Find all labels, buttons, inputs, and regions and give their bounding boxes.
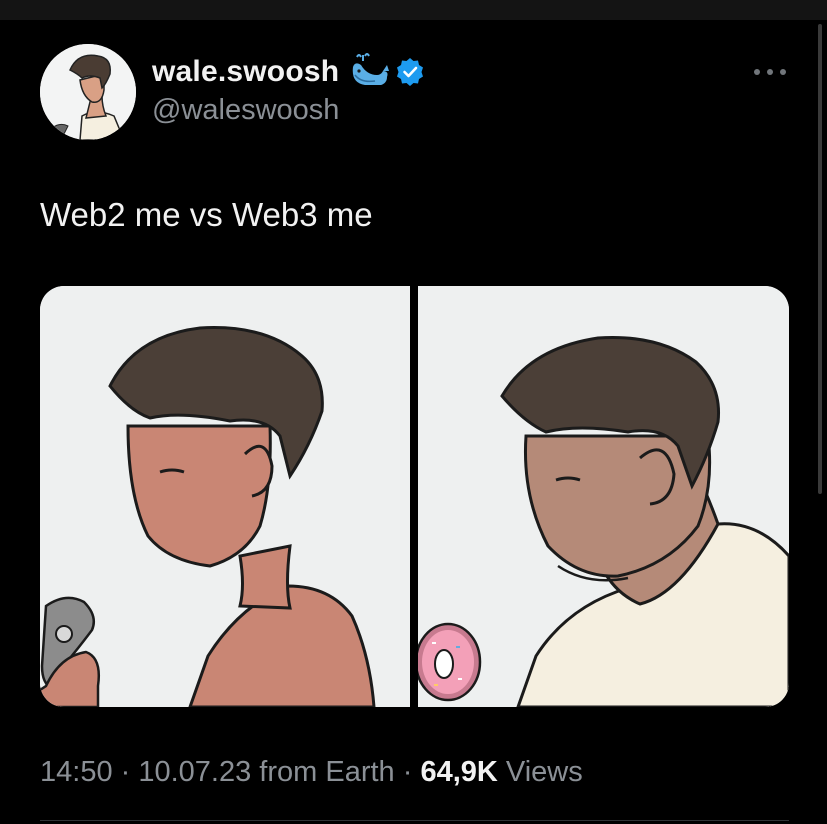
tweet-location: from Earth — [251, 756, 395, 788]
tweet-text: Web2 me vs Web3 me — [40, 196, 373, 233]
spouting-whale-icon — [347, 53, 390, 91]
meta-separator: · — [394, 756, 421, 788]
author-handle[interactable]: @waleswoosh — [152, 94, 339, 127]
media-image-web2[interactable] — [40, 286, 410, 707]
profile-avatar-illustration — [40, 44, 136, 140]
more-options-button[interactable] — [752, 62, 788, 82]
tweet-date[interactable]: 10.07.23 — [138, 756, 251, 788]
views-count[interactable]: 64,9K — [420, 756, 497, 788]
views-label: Views — [497, 756, 583, 788]
author-avatar[interactable] — [40, 44, 136, 140]
tweet-meta: 14:50 · 10.07.23 from Earth · 64,9K View… — [40, 756, 583, 789]
fit-shirtless-man-with-fidget-spinner-illustration — [40, 286, 410, 707]
author-name-row[interactable]: wale.swoosh — [152, 50, 425, 94]
chubby-man-in-tshirt-with-donut-illustration — [418, 286, 789, 707]
divider — [40, 820, 789, 821]
status-bar — [0, 0, 827, 20]
more-options-icon-dot — [767, 69, 773, 75]
verified-checkmark-icon — [395, 57, 425, 87]
media-image-web3[interactable] — [418, 286, 789, 707]
author-display-name[interactable]: wale.swoosh — [152, 55, 339, 89]
tweet-time[interactable]: 14:50 — [40, 756, 113, 788]
meta-separator: · — [112, 756, 139, 788]
scrollbar[interactable] — [818, 24, 822, 494]
more-options-icon — [754, 69, 760, 75]
tweet-media[interactable] — [40, 286, 789, 707]
more-options-icon-dot — [780, 69, 786, 75]
